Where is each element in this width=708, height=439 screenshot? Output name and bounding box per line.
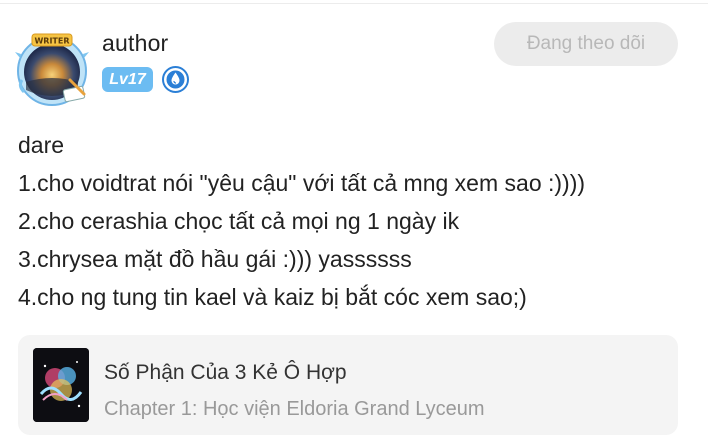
following-button[interactable]: Đang theo dõi — [494, 22, 678, 66]
svg-text:WRITER: WRITER — [34, 37, 69, 46]
water-drop-badge-icon — [162, 66, 189, 93]
story-chapter: Chapter 1: Học viện Eldoria Grand Lyceum — [104, 398, 485, 420]
author-name[interactable]: author — [102, 30, 168, 57]
level-badge: Lv17 — [102, 67, 153, 92]
post-line: 4.cho ng tung tin kael và kaiz bị bắt có… — [18, 284, 527, 310]
post-line: 1.cho voidtrat nói "yêu cậu" với tất cả … — [18, 170, 586, 196]
writer-avatar-frame-icon: WRITER — [15, 33, 89, 106]
post-content: dare 1.cho voidtrat nói "yêu cậu" với tấ… — [18, 126, 698, 316]
author-avatar[interactable]: WRITER — [12, 30, 92, 108]
post-line: dare — [18, 132, 65, 158]
linked-story-card[interactable]: Số Phận Của 3 Kẻ Ô Hợp Chapter 1: Học vi… — [18, 335, 678, 435]
post-line: 2.cho cerashia chọc tất cả mọi ng 1 ngày… — [18, 208, 460, 234]
post-container: WRITER author Lv17 Đang theo dõi dare 1.… — [0, 0, 708, 439]
story-cover-image — [33, 348, 89, 422]
post-line: 3.chrysea mặt đồ hầu gái :))) yassssss — [18, 246, 412, 272]
story-title: Số Phận Của 3 Kẻ Ô Hợp — [104, 361, 347, 384]
